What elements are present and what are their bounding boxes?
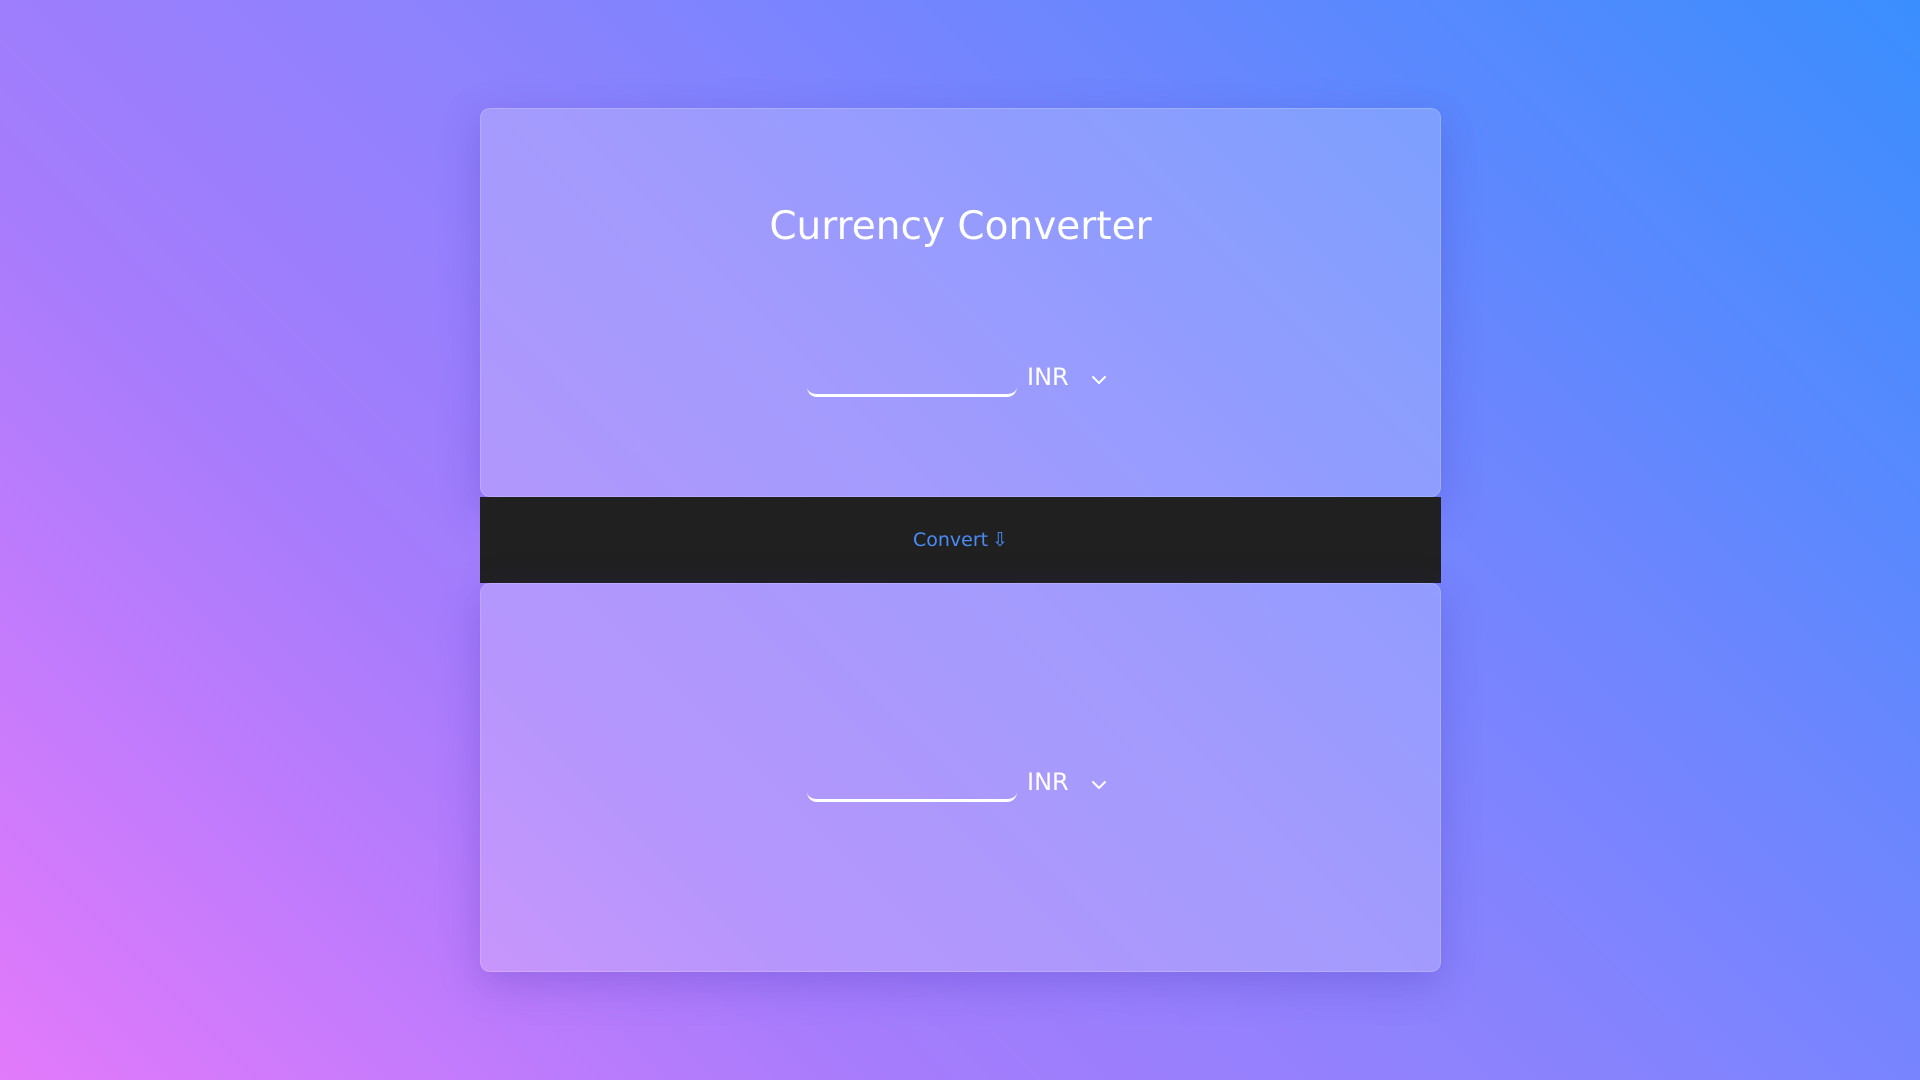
convert-bar: Convert ⇩: [480, 497, 1441, 583]
target-currency-select[interactable]: INR: [1027, 766, 1107, 798]
source-converter-row: INR: [807, 357, 1107, 397]
source-panel: Currency Converter INR: [480, 108, 1441, 497]
source-amount-input[interactable]: [807, 357, 1017, 397]
down-arrow-icon: ⇩: [992, 529, 1009, 551]
convert-button-label: Convert: [912, 529, 989, 551]
convert-button[interactable]: Convert ⇩: [905, 525, 1016, 555]
chevron-down-icon: [1091, 776, 1107, 789]
source-currency-label: INR: [1027, 363, 1069, 391]
target-converter-row: INR: [807, 762, 1107, 802]
page-title: Currency Converter: [769, 204, 1152, 249]
chevron-down-icon: [1091, 371, 1107, 384]
target-amount-input[interactable]: [807, 762, 1017, 802]
source-currency-select[interactable]: INR: [1027, 361, 1107, 393]
target-currency-label: INR: [1027, 768, 1069, 796]
target-panel: INR: [480, 583, 1441, 972]
